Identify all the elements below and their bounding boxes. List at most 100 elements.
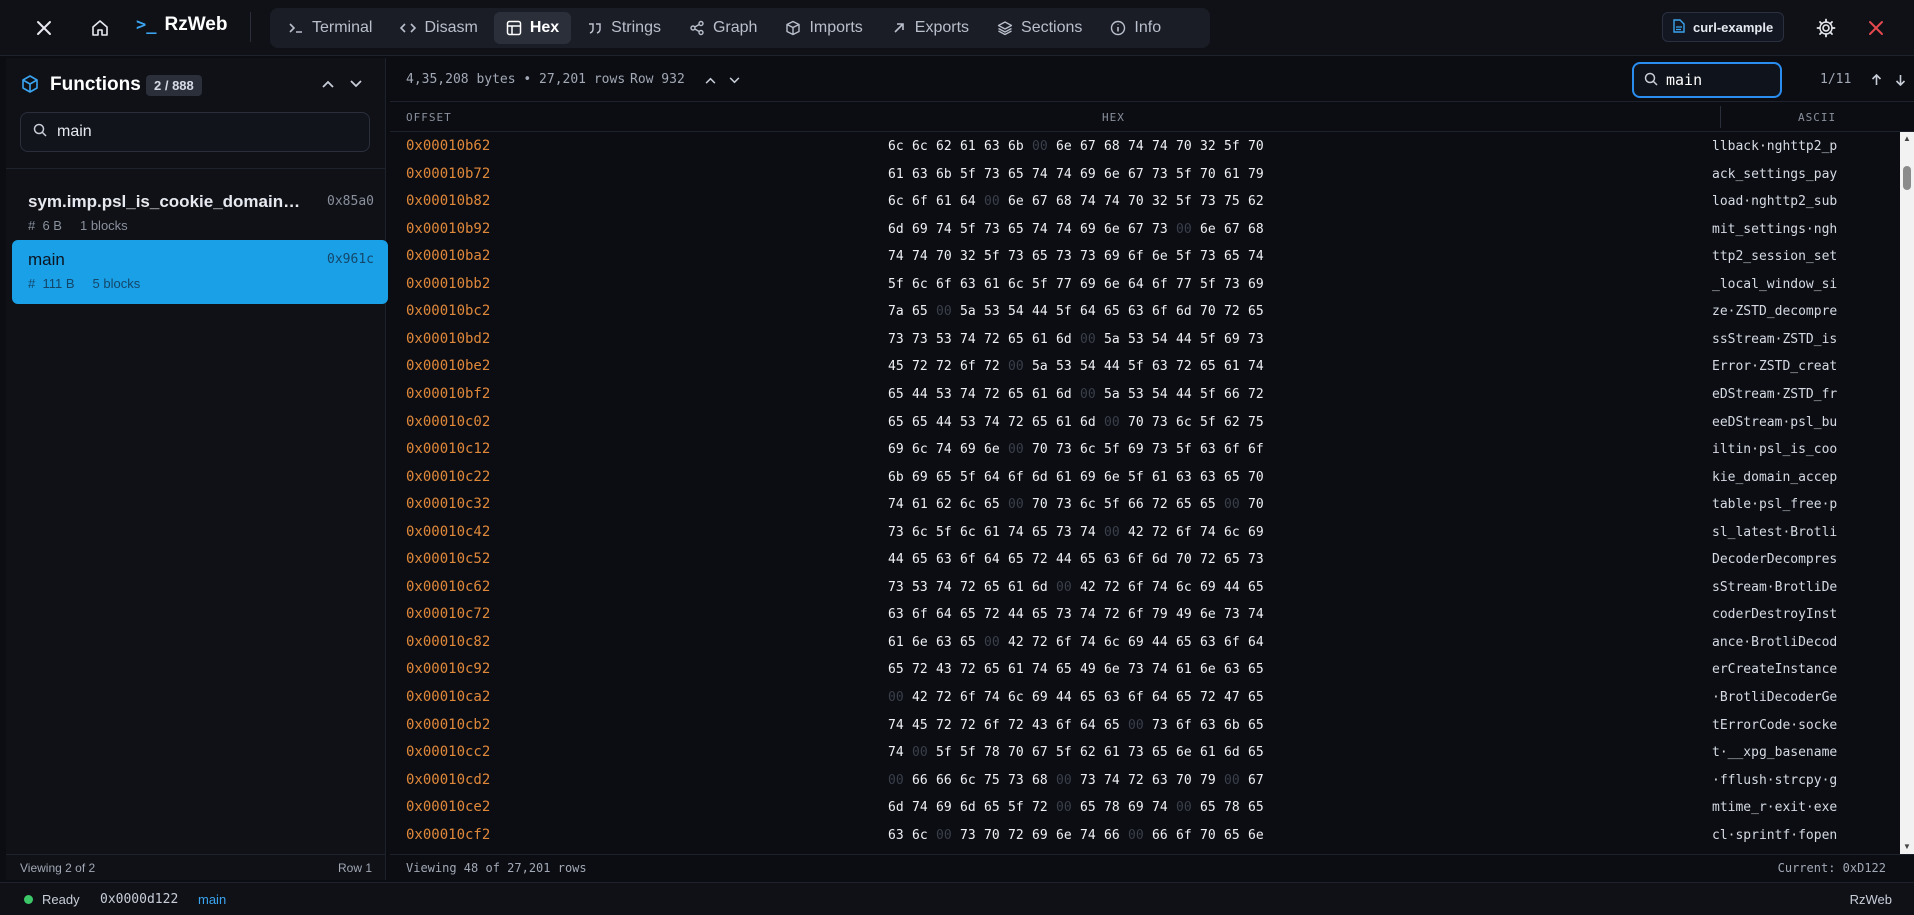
hex-byte[interactable]: 65 [1080,690,1104,705]
hex-byte[interactable]: 54 [1152,332,1176,347]
hex-byte[interactable]: 6d [1032,470,1056,485]
hex-byte[interactable]: 6c [912,277,936,292]
hex-byte[interactable]: 5f [1104,497,1128,512]
hex-byte[interactable]: 6f [1176,828,1200,843]
row-offset[interactable]: 0x00010ba2 [406,248,490,264]
hex-byte[interactable]: 64 [1128,277,1152,292]
hex-byte[interactable]: 53 [912,580,936,595]
row-offset[interactable]: 0x00010bd2 [406,331,490,347]
row-hex-bytes[interactable]: 5f 6c 6f 63 61 6c 5f 77 69 6e 64 6f 77 5f 73 69 [888,277,1272,292]
hex-byte[interactable]: 65 [888,387,912,402]
hex-byte[interactable]: 72 [1032,635,1056,650]
hex-byte[interactable]: 5f [888,277,912,292]
hex-byte[interactable]: 6f [1008,470,1032,485]
tab-hex[interactable]: Hex [493,12,572,44]
hex-row[interactable]: 0x00010b92 6d 69 74 5f 73 65 74 74 69 6e 67 73 00 6e 67… [390,215,1898,243]
hex-byte[interactable]: 6f [1128,607,1152,622]
hex-byte[interactable]: 6c [912,525,936,540]
hex-byte[interactable]: 44 [1176,387,1200,402]
hex-byte[interactable]: 65 [960,607,984,622]
hex-byte[interactable]: 6c [960,497,984,512]
hex-byte[interactable]: 75 [984,773,1008,788]
hex-byte[interactable]: 65 [984,800,1008,815]
hex-byte[interactable]: 72 [960,662,984,677]
row-hex-bytes[interactable]: 74 61 62 6c 65 00 70 73 6c 5f 66 72 65 65 00 70 [888,497,1272,512]
row-ascii[interactable]: erCreateInstance [1712,662,1837,677]
hex-byte[interactable]: 5f [1008,800,1032,815]
tab-imports[interactable]: Imports [773,12,874,44]
next-match-arrow-icon[interactable] [1888,68,1912,92]
hex-byte[interactable]: 73 [1152,222,1176,237]
hex-byte[interactable]: 69 [1128,442,1152,457]
hex-byte[interactable]: 74 [1248,607,1272,622]
hex-byte[interactable]: 61 [912,497,936,512]
hex-byte[interactable]: 72 [1248,387,1272,402]
hex-byte[interactable]: 00 [888,773,912,788]
hex-byte[interactable]: 70 [1032,442,1056,457]
hex-byte[interactable]: 69 [936,800,960,815]
hex-byte[interactable]: 44 [1032,304,1056,319]
hex-byte[interactable]: 65 [984,580,1008,595]
row-ascii[interactable]: mit_settings·ngh [1712,222,1837,237]
hex-byte[interactable]: 63 [1200,635,1224,650]
row-hex-bytes[interactable]: 65 65 44 53 74 72 65 61 6d 00 70 73 6c 5f 62 75 [888,415,1272,430]
scroll-up-arrow-icon[interactable]: ▲ [1902,134,1912,144]
hex-byte[interactable]: 00 [1056,800,1080,815]
row-ascii[interactable]: cl·sprintf·fopen [1712,828,1837,843]
hex-byte[interactable]: 73 [1056,497,1080,512]
hex-byte[interactable]: 65 [888,662,912,677]
row-hex-bytes[interactable]: 65 72 43 72 65 61 74 65 49 6e 73 74 61 6e 63 65 [888,662,1272,677]
hex-byte[interactable]: 66 [1152,828,1176,843]
hex-byte[interactable]: 72 [1200,690,1224,705]
hex-byte[interactable]: 73 [1080,773,1104,788]
hex-byte[interactable]: 63 [888,607,912,622]
hex-byte[interactable]: 70 [1200,828,1224,843]
hex-byte[interactable]: 65 [1008,332,1032,347]
hex-byte[interactable]: 70 [1032,497,1056,512]
row-hex-bytes[interactable]: 65 44 53 74 72 65 61 6d 00 5a 53 54 44 5f 66 72 [888,387,1272,402]
hex-byte[interactable]: 6b [936,167,960,182]
hex-byte[interactable]: 44 [1056,690,1080,705]
hex-byte[interactable]: 73 [984,167,1008,182]
hex-byte[interactable]: 65 [1176,635,1200,650]
hex-byte[interactable]: 65 [1224,828,1248,843]
hex-byte[interactable]: 65 [888,415,912,430]
row-offset[interactable]: 0x00010cb2 [406,717,490,733]
row-down-chevron-icon[interactable] [722,68,746,92]
hex-byte[interactable]: 74 [984,415,1008,430]
row-hex-bytes[interactable]: 6b 69 65 5f 64 6f 6d 61 69 6e 5f 61 63 63 65 70 [888,470,1272,485]
hex-byte[interactable]: 61 [1200,745,1224,760]
hex-byte[interactable]: 6c [912,139,936,154]
hex-byte[interactable]: 74 [1032,222,1056,237]
row-offset[interactable]: 0x00010c72 [406,606,490,622]
hex-byte[interactable]: 74 [936,442,960,457]
hex-byte[interactable]: 74 [1056,167,1080,182]
hex-byte[interactable]: 00 [1104,525,1128,540]
row-hex-bytes[interactable]: 00 66 66 6c 75 73 68 00 73 74 72 63 70 79 00 67 [888,773,1272,788]
hex-byte[interactable]: 70 [1176,139,1200,154]
hex-byte[interactable]: 68 [1056,194,1080,209]
hex-byte[interactable]: 65 [1248,718,1272,733]
hex-byte[interactable]: 66 [1224,387,1248,402]
hex-byte[interactable]: 65 [912,415,936,430]
hex-row[interactable]: 0x00010c42 73 6c 5f 6c 61 74 65 73 74 00 42 72 6f 74 6c… [390,518,1898,546]
hex-byte[interactable]: 67 [1032,745,1056,760]
hex-byte[interactable]: 5f [1200,332,1224,347]
hex-byte[interactable]: 5f [1176,442,1200,457]
hex-byte[interactable]: 54 [1152,387,1176,402]
hex-row[interactable]: 0x00010c62 73 53 74 72 65 61 6d 00 42 72 6f 74 6c 69 44… [390,573,1898,601]
hex-byte[interactable]: 65 [1200,497,1224,512]
hex-byte[interactable]: 5a [1104,332,1128,347]
row-offset[interactable]: 0x00010bc2 [406,303,490,319]
hex-byte[interactable]: 69 [1248,525,1272,540]
hex-byte[interactable]: 61 [936,194,960,209]
hex-byte[interactable]: 6e [1104,662,1128,677]
hex-byte[interactable]: 74 [960,387,984,402]
hex-byte[interactable]: 6d [1056,387,1080,402]
hex-byte[interactable]: 63 [912,167,936,182]
hex-row[interactable]: 0x00010b82 6c 6f 61 64 00 6e 67 68 74 74 70 32 5f 73 75… [390,187,1898,215]
hex-byte[interactable]: 75 [1224,194,1248,209]
hex-byte[interactable]: 6d [1224,745,1248,760]
close-icon[interactable] [24,8,64,48]
hex-byte[interactable]: 5f [1104,442,1128,457]
